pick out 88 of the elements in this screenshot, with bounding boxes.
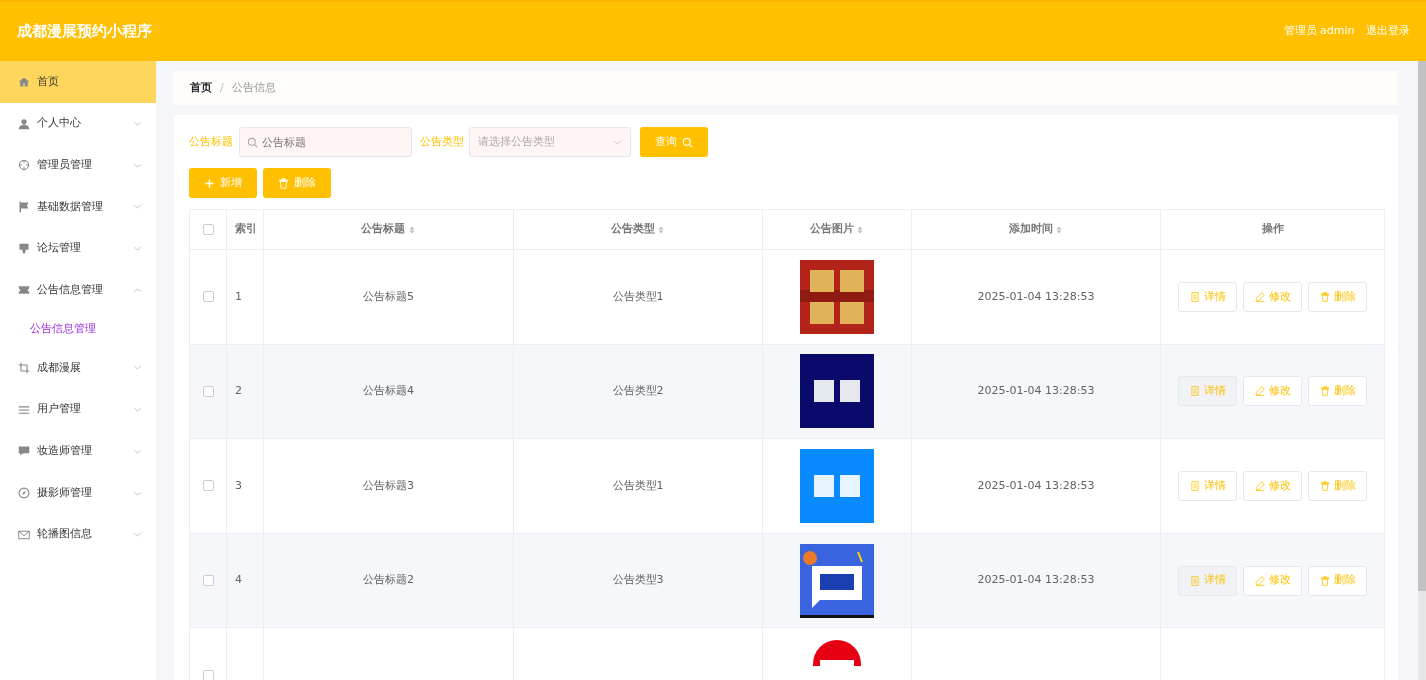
mail-icon [18, 528, 30, 541]
sidebar-item[interactable]: 轮播图信息 [0, 513, 156, 556]
sidebar-item[interactable]: 首页 [0, 61, 156, 103]
app-title: 成都漫展预约小程序 [16, 21, 152, 43]
crosshair-icon [18, 159, 30, 172]
sidebar-item[interactable]: 基础数据管理 [0, 186, 156, 228]
table-cell-text: 3 [235, 477, 242, 494]
pencil-icon [1254, 575, 1265, 586]
chevron-icon [133, 363, 142, 373]
chevron-icon [133, 244, 142, 254]
ticket-icon [18, 284, 30, 297]
table-cell: 公告标题4 [363, 383, 414, 400]
brush-icon [18, 242, 30, 255]
table-cell: 2025-01-04 13:28:53 [977, 572, 1095, 589]
crop-icon [18, 361, 30, 374]
row-checkbox[interactable] [202, 575, 214, 587]
breadcrumb-separator: / [220, 79, 224, 96]
row-checkbox[interactable] [202, 291, 214, 303]
table-cell-text: 2025-01-04 13:28:53 [977, 477, 1095, 494]
sidebar-item[interactable]: 公告信息管理 [0, 269, 156, 312]
table-cell-text: 2025-01-04 13:28:53 [977, 288, 1095, 305]
sidebar-item[interactable]: 妆造师管理 [0, 430, 156, 473]
row-checkbox[interactable] [202, 669, 214, 680]
chevron-icon [133, 119, 142, 129]
plus-icon [204, 177, 215, 189]
chevron-icon [133, 446, 142, 456]
filter-label: 公告类型 [419, 133, 464, 150]
flag-icon [18, 200, 30, 213]
trash-icon [1319, 575, 1330, 586]
table-cell: 4 [235, 572, 242, 589]
sidebar-item[interactable]: 摄影师管理 [0, 472, 156, 514]
column-header: 操作 [1261, 221, 1284, 238]
user-icon [18, 117, 30, 130]
table-cell: 公告类型3 [612, 572, 664, 589]
sidebar-item[interactable]: 用户管理 [0, 388, 156, 431]
table-cell-text: 1 [235, 288, 242, 305]
chevron-icon [133, 405, 142, 415]
search-icon [246, 137, 258, 148]
scrollbar-thumb[interactable] [1418, 61, 1426, 591]
home-icon [18, 75, 30, 88]
document-icon [1189, 291, 1200, 302]
breadcrumb-item[interactable]: 首页 [190, 79, 212, 97]
column-header: 索引 [235, 221, 257, 238]
column-header[interactable]: 公告图片 [809, 221, 854, 238]
table-cell: 公告标题2 [363, 572, 414, 589]
chevron-icon [133, 488, 142, 498]
trash-icon [277, 177, 289, 189]
table-cell: 2 [235, 383, 242, 400]
table-cell-text: 公告类型1 [612, 477, 664, 494]
sidebar-item[interactable]: 成都漫展 [0, 347, 156, 389]
table-cell: 公告类型2 [612, 383, 664, 400]
pencil-icon [1254, 291, 1265, 302]
table-cell-text: 公告类型1 [612, 288, 664, 305]
compass-icon [18, 487, 30, 500]
chat-icon [18, 445, 30, 458]
trash-icon [1319, 291, 1330, 302]
pencil-icon [1254, 481, 1265, 491]
document-icon [1189, 386, 1200, 397]
table-cell-text: 公告标题5 [363, 288, 414, 305]
chevron-icon [133, 202, 142, 212]
filter-label: 公告标题 [189, 133, 233, 150]
select-all-checkbox[interactable] [202, 224, 214, 235]
trash-icon [1319, 386, 1330, 397]
table-cell: 2025-01-04 13:28:53 [977, 383, 1095, 400]
chevron-icon [613, 137, 623, 147]
column-header[interactable]: 公告类型 [610, 221, 655, 238]
type-select[interactable]: 请选择公告类型 [469, 127, 632, 157]
row-checkbox[interactable] [202, 480, 214, 492]
sidebar-item[interactable]: 论坛管理 [0, 227, 156, 270]
submenu-item[interactable]: 公告信息管理 [0, 311, 156, 348]
document-icon [1189, 481, 1200, 491]
search-icon [681, 136, 693, 148]
table-cell-text: 公告标题3 [363, 477, 414, 494]
chevron-icon [133, 160, 142, 170]
pencil-icon [1254, 386, 1265, 397]
chevron-icon [133, 285, 142, 295]
column-header[interactable]: 添加时间 [1008, 221, 1053, 238]
sidebar-item[interactable]: 管理员管理 [0, 144, 156, 187]
sidebar-item[interactable]: 个人中心 [0, 102, 156, 145]
row-checkbox[interactable] [202, 385, 214, 397]
breadcrumb-item: 公告信息 [231, 79, 276, 96]
column-header[interactable]: 公告标题 [361, 221, 406, 238]
trash-icon [1319, 481, 1330, 491]
document-icon [1189, 575, 1200, 586]
title-search-field[interactable]: 公告标题 [238, 127, 412, 157]
chevron-icon [133, 530, 142, 540]
list-icon [18, 403, 30, 416]
user-label: 管理员 admin [1283, 23, 1355, 40]
